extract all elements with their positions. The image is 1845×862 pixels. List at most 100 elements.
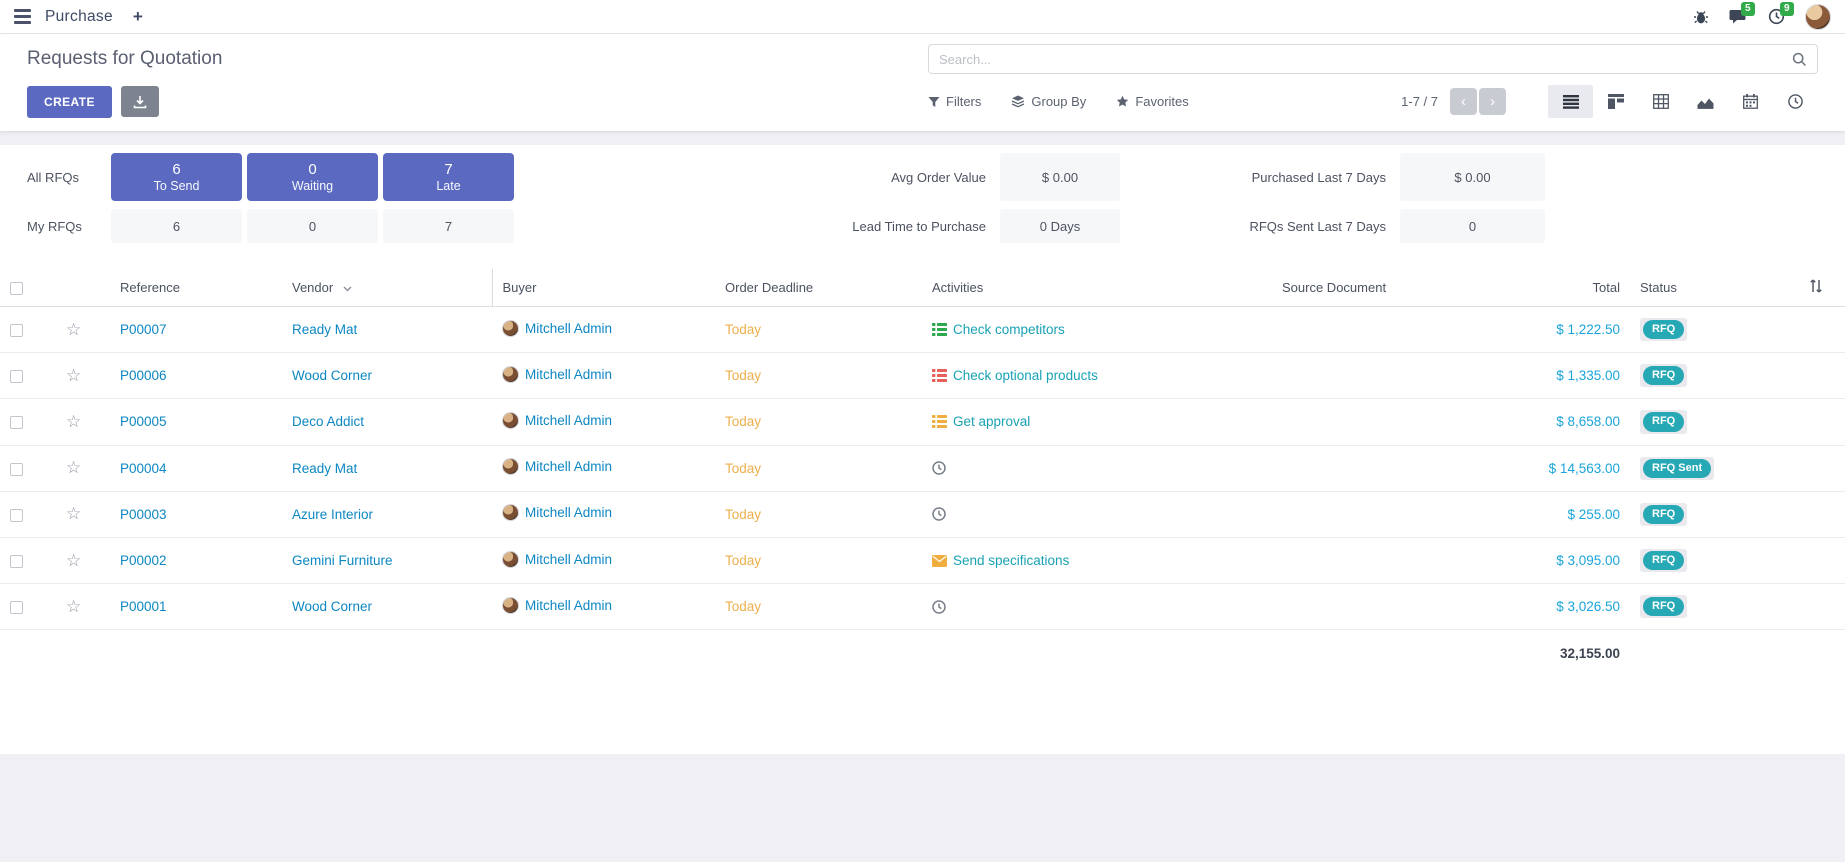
activity-label[interactable]: Send specifications [953,553,1069,568]
favorite-star-icon[interactable]: ☆ [66,412,81,431]
dashboard-view-button[interactable] [1773,85,1818,118]
header-status[interactable]: Status [1630,269,1770,307]
activity-label[interactable]: Get approval [953,414,1030,429]
vendor-link[interactable]: Wood Corner [292,368,372,383]
header-buyer[interactable]: Buyer [492,269,715,307]
activity-cell[interactable] [932,461,1262,475]
header-reference[interactable]: Reference [110,269,282,307]
favorites-button[interactable]: Favorites [1116,94,1188,109]
group-by-button[interactable]: Group By [1011,94,1086,109]
header-vendor[interactable]: Vendor [282,269,492,307]
header-total[interactable]: Total [1455,269,1630,307]
tile-to-send[interactable]: 6 To Send [111,153,242,201]
reference-link[interactable]: P00006 [120,368,167,383]
debug-bug-icon[interactable] [1693,9,1709,25]
header-order-deadline[interactable]: Order Deadline [715,269,922,307]
favorite-star-icon[interactable]: ☆ [66,458,81,477]
vendor-link[interactable]: Gemini Furniture [292,553,393,568]
row-checkbox[interactable] [10,370,23,383]
my-waiting-value[interactable]: 0 [247,209,378,243]
reference-link[interactable]: P00002 [120,553,167,568]
row-checkbox[interactable] [10,324,23,337]
calendar-view-button[interactable] [1728,85,1773,118]
vendor-link[interactable]: Ready Mat [292,322,357,337]
plus-tab-icon[interactable]: + [133,7,143,27]
tile-waiting[interactable]: 0 Waiting [247,153,378,201]
activity-label[interactable]: Check optional products [953,368,1098,383]
activity-cell[interactable]: Get approval [932,414,1262,429]
filters-button[interactable]: Filters [928,94,981,109]
rfq-row[interactable]: ☆ P00002 Gemini Furniture Mitchell Admin… [0,537,1845,583]
rfq-row[interactable]: ☆ P00005 Deco Addict Mitchell Admin Toda… [0,399,1845,445]
search-icon[interactable] [1792,52,1807,67]
vendor-link[interactable]: Ready Mat [292,461,357,476]
favorite-star-icon[interactable]: ☆ [66,366,81,385]
list-header-row: Reference Vendor Buyer Order Deadline Ac… [0,269,1845,307]
apps-menu-icon[interactable] [14,9,31,24]
buyer-link[interactable]: Mitchell Admin [525,321,612,336]
select-all-checkbox[interactable] [10,282,23,295]
messages-icon[interactable]: 5 [1729,8,1748,25]
buyer-link[interactable]: Mitchell Admin [525,413,612,428]
favorite-star-icon[interactable]: ☆ [66,320,81,339]
export-button[interactable] [121,86,159,117]
favorite-star-icon[interactable]: ☆ [66,597,81,616]
header-activities[interactable]: Activities [922,269,1272,307]
graph-view-button[interactable] [1683,85,1728,118]
activity-label[interactable]: Check competitors [953,322,1065,337]
vendor-link[interactable]: Deco Addict [292,414,364,429]
activities-clock-icon[interactable]: 9 [1768,8,1785,25]
reference-link[interactable]: P00003 [120,507,167,522]
reference-link[interactable]: P00001 [120,599,167,614]
control-panel: Requests for Quotation CREATE [0,34,1845,131]
rfq-row[interactable]: ☆ P00006 Wood Corner Mitchell Admin Toda… [0,353,1845,399]
row-checkbox[interactable] [10,416,23,429]
activity-cell[interactable]: Check competitors [932,322,1262,337]
search-input[interactable] [939,52,1792,67]
buyer-avatar [502,504,519,521]
favorite-star-icon[interactable]: ☆ [66,504,81,523]
favorite-star-icon[interactable]: ☆ [66,551,81,570]
user-avatar[interactable] [1805,4,1831,30]
rfq-row[interactable]: ☆ P00001 Wood Corner Mitchell Admin Toda… [0,584,1845,630]
total-value: $ 1,222.50 [1455,307,1630,353]
search-bar[interactable] [928,44,1818,74]
reference-link[interactable]: P00005 [120,414,167,429]
list-view-button[interactable] [1548,85,1593,118]
reference-link[interactable]: P00004 [120,461,167,476]
buyer-link[interactable]: Mitchell Admin [525,552,612,567]
row-checkbox[interactable] [10,509,23,522]
pager-next-button[interactable]: › [1479,88,1506,115]
activity-cell[interactable]: Send specifications [932,553,1262,568]
download-icon [133,95,147,109]
my-rfqs-label[interactable]: My RFQs [27,219,111,234]
tile-late[interactable]: 7 Late [383,153,514,201]
pivot-view-button[interactable] [1638,85,1683,118]
kanban-view-button[interactable] [1593,85,1638,118]
vendor-link[interactable]: Wood Corner [292,599,372,614]
order-deadline-value: Today [725,507,761,522]
app-name[interactable]: Purchase [45,8,113,26]
rfq-row[interactable]: ☆ P00004 Ready Mat Mitchell Admin Today [0,445,1845,491]
pager-previous-button[interactable]: ‹ [1450,88,1477,115]
buyer-link[interactable]: Mitchell Admin [525,505,612,520]
row-checkbox[interactable] [10,601,23,614]
buyer-link[interactable]: Mitchell Admin [525,459,612,474]
all-rfqs-label[interactable]: All RFQs [27,170,111,185]
activity-cell[interactable]: Check optional products [932,368,1262,383]
create-button[interactable]: CREATE [27,86,112,118]
vendor-link[interactable]: Azure Interior [292,507,373,522]
reference-link[interactable]: P00007 [120,322,167,337]
activity-cell[interactable] [932,507,1262,521]
optional-columns-icon[interactable] [1809,279,1823,293]
rfq-row[interactable]: ☆ P00007 Ready Mat Mitchell Admin Today [0,307,1845,353]
my-late-value[interactable]: 7 [383,209,514,243]
my-to-send-value[interactable]: 6 [111,209,242,243]
activity-cell[interactable] [932,600,1262,614]
row-checkbox[interactable] [10,463,23,476]
buyer-link[interactable]: Mitchell Admin [525,367,612,382]
buyer-link[interactable]: Mitchell Admin [525,598,612,613]
rfq-row[interactable]: ☆ P00003 Azure Interior Mitchell Admin T… [0,491,1845,537]
header-source-document[interactable]: Source Document [1272,269,1455,307]
row-checkbox[interactable] [10,555,23,568]
